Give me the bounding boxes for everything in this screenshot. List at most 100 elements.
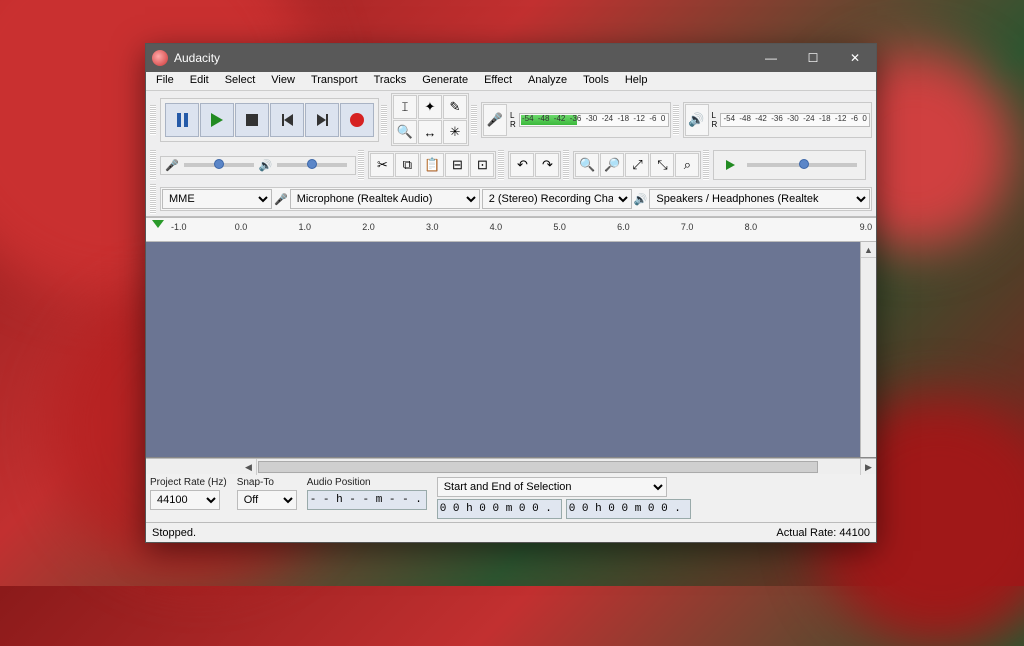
minimize-button[interactable]: — <box>750 44 792 72</box>
play-button[interactable] <box>200 103 234 137</box>
audio-host-select[interactable]: MME <box>162 189 272 209</box>
playback-meter[interactable]: -54 -48 -42 -36 -30 -24 -18 -12 -6 0 <box>720 113 870 127</box>
menu-analyze[interactable]: Analyze <box>520 72 575 90</box>
play-at-speed-button[interactable] <box>718 153 742 177</box>
scroll-up-icon[interactable]: ▲ <box>861 242 876 258</box>
toolbar-grip-icon[interactable] <box>381 105 387 135</box>
skip-end-button[interactable] <box>305 103 339 137</box>
zoom-tool-button[interactable]: 🔍 <box>393 120 417 144</box>
playback-volume-slider[interactable] <box>277 163 347 167</box>
timeline-mark: -1.0 <box>171 222 235 232</box>
record-meter[interactable]: -54 -48 -42 -36 -30 -24 -18 -12 -6 0 <box>519 113 669 127</box>
toolbar-grip-icon[interactable] <box>150 184 156 214</box>
timeline-mark: 9.0 <box>808 222 876 232</box>
paste-button[interactable]: 📋 <box>420 153 444 177</box>
fit-selection-button[interactable]: ⤢ <box>625 153 649 177</box>
toolbar-grip-icon[interactable] <box>358 150 364 180</box>
selection-end-field[interactable] <box>566 499 691 519</box>
project-rate-label: Project Rate (Hz) <box>150 477 227 488</box>
recording-volume-slider[interactable] <box>184 163 254 167</box>
stop-button[interactable] <box>235 103 269 137</box>
rec-channel-r-label: R <box>510 120 516 129</box>
toolbar-grip-icon[interactable] <box>471 105 477 135</box>
menu-edit[interactable]: Edit <box>182 72 217 90</box>
tools-toolbar: 𝙸 ✦ ✎ 🔍 ↔ ✳ <box>391 93 469 146</box>
pause-button[interactable] <box>165 103 199 137</box>
menu-file[interactable]: File <box>148 72 182 90</box>
toolbar-grip-icon[interactable] <box>703 150 709 180</box>
selection-tool-button[interactable]: 𝙸 <box>393 95 417 119</box>
menu-effect[interactable]: Effect <box>476 72 520 90</box>
menu-select[interactable]: Select <box>217 72 264 90</box>
speaker-slider-icon: 🔊 <box>259 159 273 172</box>
undo-toolbar: ↶ ↷ <box>508 151 561 179</box>
timeline-mark: 7.0 <box>681 222 745 232</box>
transport-toolbar <box>160 98 379 142</box>
timeline-ruler[interactable]: -1.0 0.0 1.0 2.0 3.0 4.0 5.0 6.0 7.0 8.0… <box>146 217 876 242</box>
selection-format-select[interactable]: Start and End of Selection <box>437 477 667 497</box>
project-rate-select[interactable]: 44100 <box>150 490 220 510</box>
selection-start-field[interactable] <box>437 499 562 519</box>
copy-button[interactable]: ⧉ <box>395 153 419 177</box>
record-button[interactable] <box>340 103 374 137</box>
snap-to-label: Snap-To <box>237 477 297 488</box>
audio-position-label: Audio Position <box>307 477 427 488</box>
toolbar-grip-icon[interactable] <box>150 105 156 135</box>
redo-button[interactable]: ↷ <box>535 153 559 177</box>
rec-channel-l-label: L <box>510 111 516 120</box>
zoom-toggle-button[interactable]: ⌕ <box>675 153 699 177</box>
toolbar-grip-icon[interactable] <box>563 150 569 180</box>
scroll-right-icon[interactable]: ▶ <box>860 459 876 475</box>
mixer-toolbar: 🎤 🔊 <box>160 156 356 175</box>
close-button[interactable]: ✕ <box>834 44 876 72</box>
menu-tracks[interactable]: Tracks <box>366 72 415 90</box>
toolbar-grip-icon[interactable] <box>673 105 679 135</box>
vertical-scrollbar[interactable]: ▲ <box>860 242 876 457</box>
cut-button[interactable]: ✂ <box>370 153 394 177</box>
playback-speed-slider[interactable] <box>747 163 857 167</box>
skip-start-button[interactable] <box>270 103 304 137</box>
menu-transport[interactable]: Transport <box>303 72 366 90</box>
device-toolbar: MME 🎤 Microphone (Realtek Audio) 2 (Ster… <box>160 187 872 211</box>
play-at-speed-toolbar <box>713 150 866 180</box>
scroll-left-icon[interactable]: ◀ <box>241 459 257 475</box>
draw-tool-button[interactable]: ✎ <box>443 95 467 119</box>
playback-device-select[interactable]: Speakers / Headphones (Realtek <box>649 189 870 209</box>
zoom-in-button[interactable]: 🔍 <box>575 153 599 177</box>
timeline-mark: 0.0 <box>235 222 299 232</box>
undo-button[interactable]: ↶ <box>510 153 534 177</box>
menu-view[interactable]: View <box>263 72 303 90</box>
horizontal-scrollbar[interactable]: ◀ ▶ <box>146 458 876 474</box>
timeline-mark: 1.0 <box>298 222 362 232</box>
timeline-mark: 3.0 <box>426 222 490 232</box>
envelope-tool-button[interactable]: ✦ <box>418 95 442 119</box>
snap-to-select[interactable]: Off <box>237 490 297 510</box>
fit-project-button[interactable]: ⤡ <box>650 153 674 177</box>
scissors-icon: ✂ <box>377 157 388 173</box>
zoom-toggle-icon: ⌕ <box>684 157 691 173</box>
timeshift-tool-button[interactable]: ↔ <box>418 120 442 144</box>
track-panel[interactable]: ▲ <box>146 242 876 458</box>
mic-icon[interactable]: 🎤 <box>483 104 507 136</box>
speaker-icon[interactable]: 🔊 <box>685 104 709 136</box>
fit-proj-icon: ⤡ <box>657 157 667 173</box>
timeline-mark: 5.0 <box>553 222 617 232</box>
zoom-in-icon: 🔍 <box>579 157 595 173</box>
trim-button[interactable]: ⊟ <box>445 153 469 177</box>
audio-position-field[interactable] <box>307 490 427 510</box>
maximize-button[interactable]: ☐ <box>792 44 834 72</box>
recording-device-select[interactable]: Microphone (Realtek Audio) <box>290 189 480 209</box>
silence-button[interactable]: ⊡ <box>470 153 494 177</box>
recording-channels-select[interactable]: 2 (Stereo) Recording Chan <box>482 189 632 209</box>
zoom-out-button[interactable]: 🔎 <box>600 153 624 177</box>
scrollbar-thumb[interactable] <box>258 461 818 473</box>
timeline-mark: 8.0 <box>745 222 809 232</box>
undo-icon: ↶ <box>517 157 528 173</box>
menu-generate[interactable]: Generate <box>414 72 476 90</box>
menu-help[interactable]: Help <box>617 72 656 90</box>
titlebar[interactable]: Audacity — ☐ ✕ <box>146 44 876 72</box>
toolbar-grip-icon[interactable] <box>498 150 504 180</box>
menu-tools[interactable]: Tools <box>575 72 617 90</box>
toolbar-grip-icon[interactable] <box>150 150 156 180</box>
multi-tool-button[interactable]: ✳ <box>443 120 467 144</box>
